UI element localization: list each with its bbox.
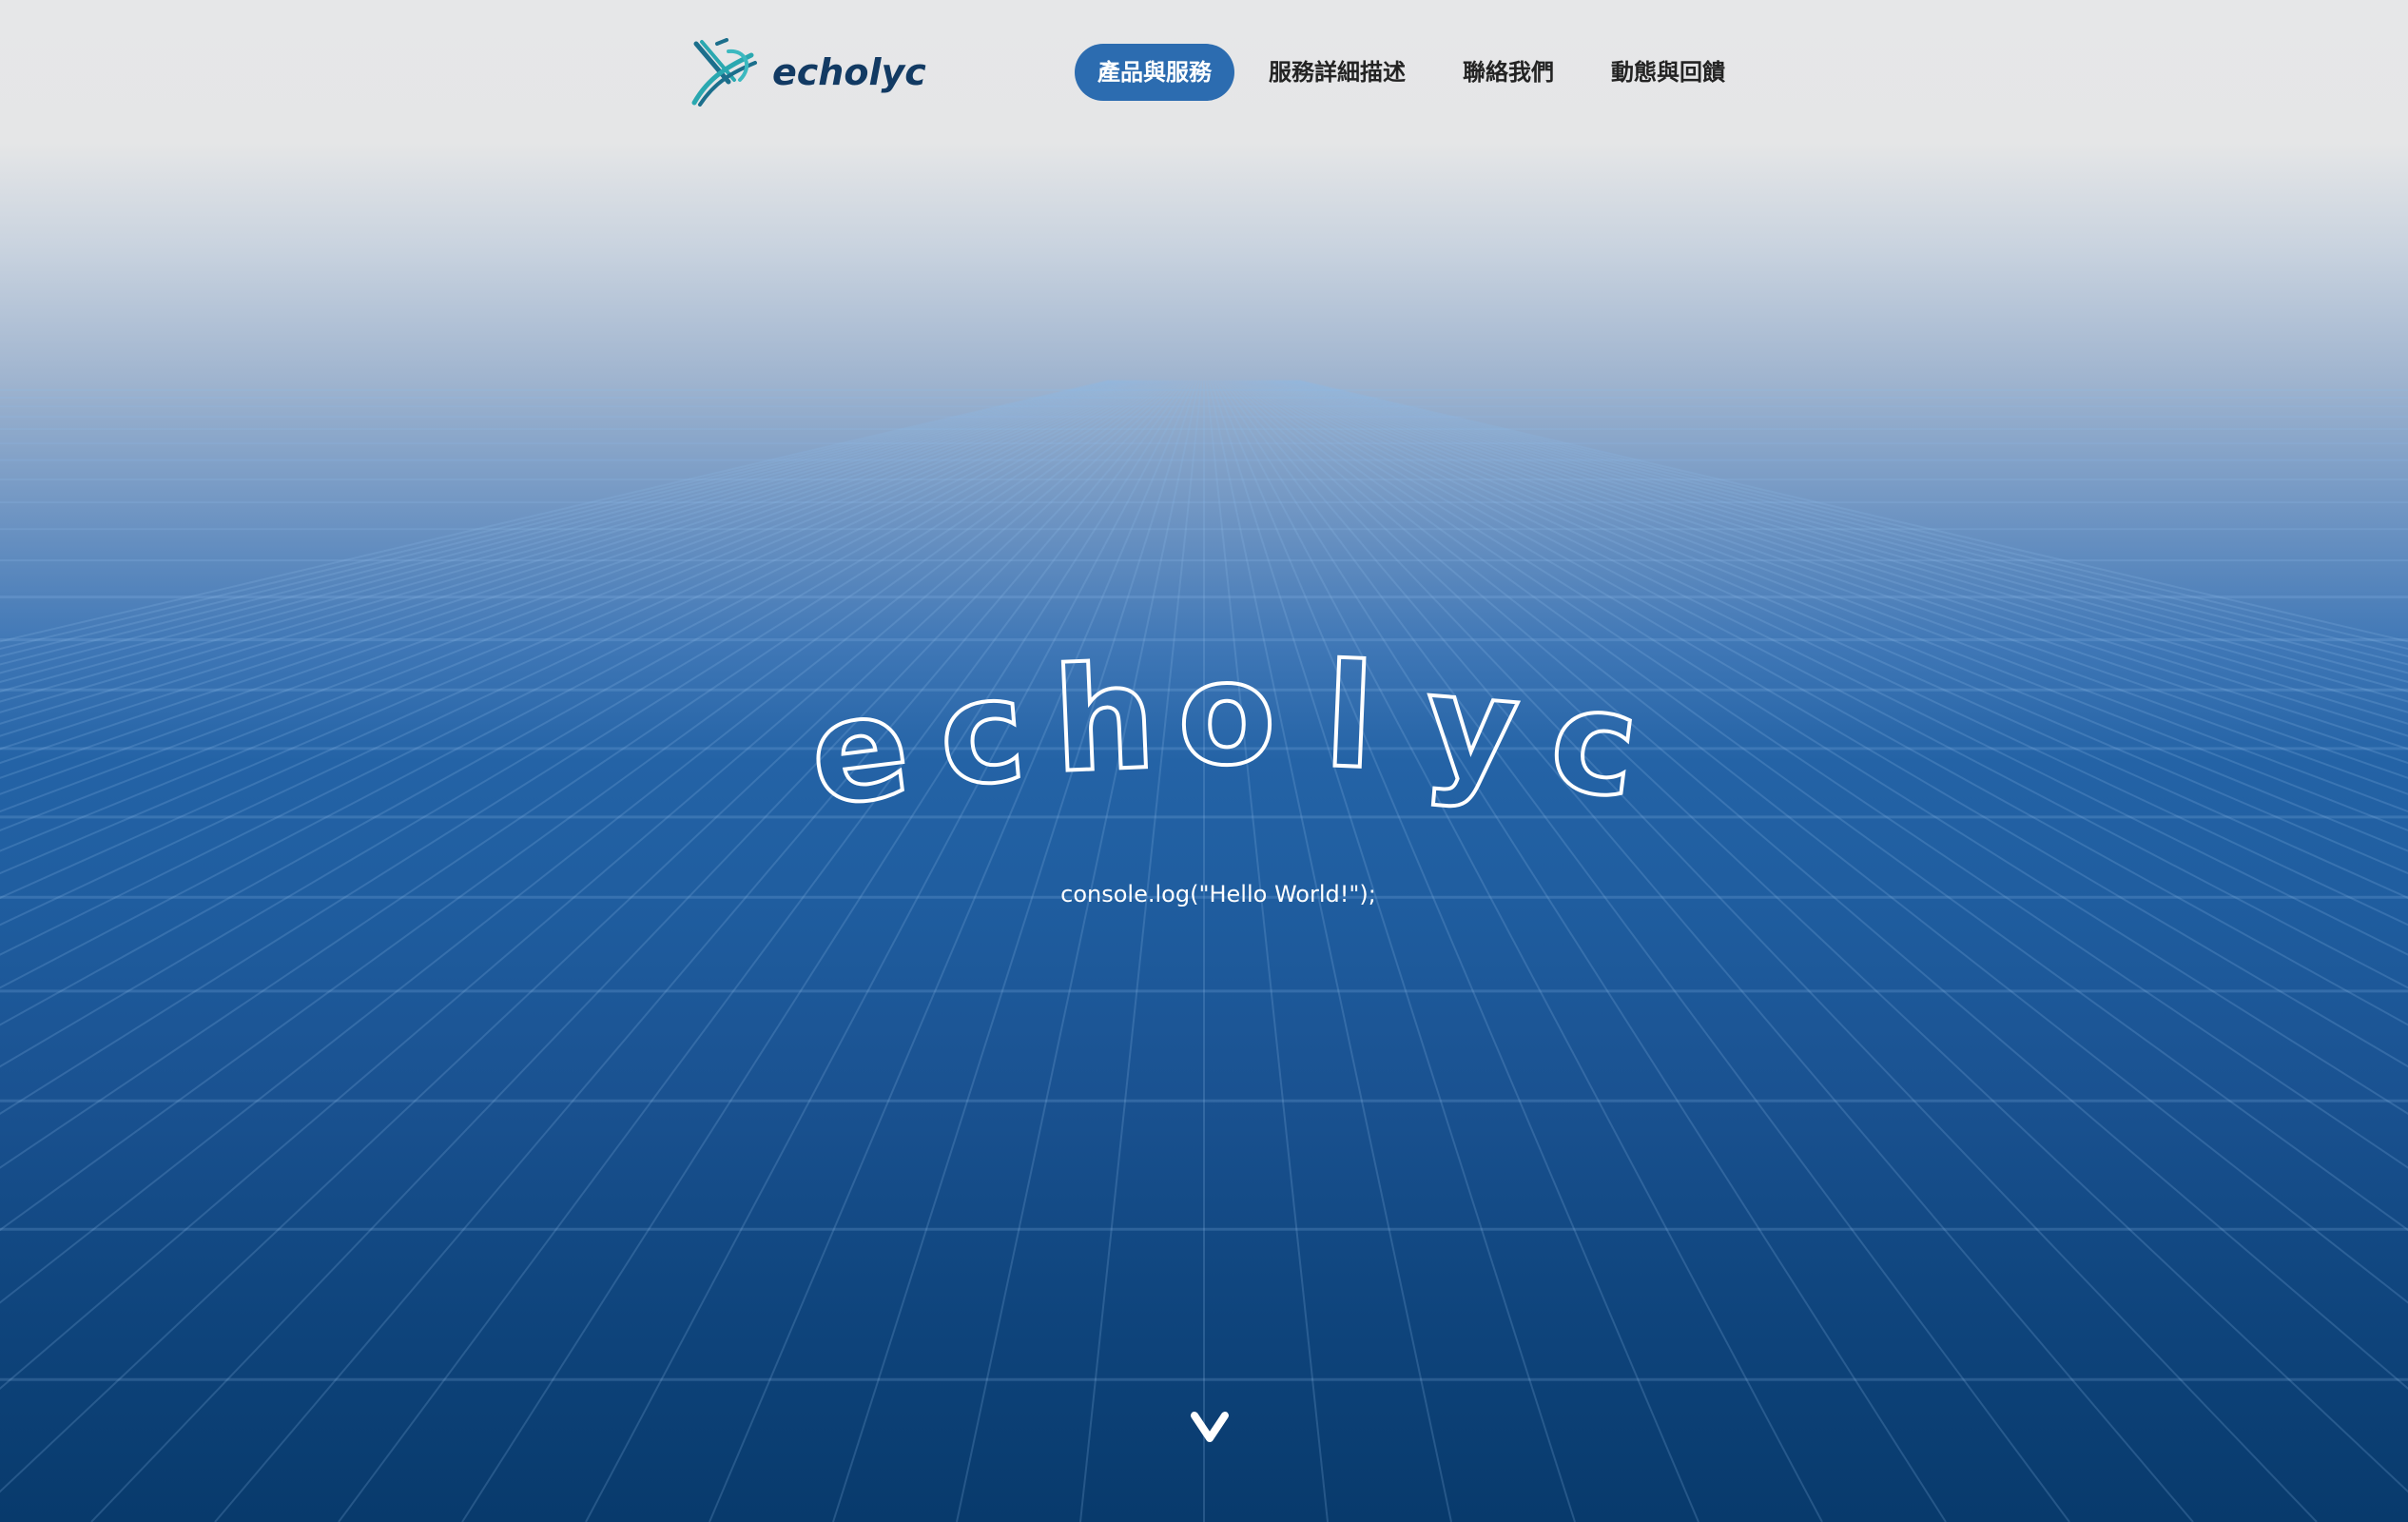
hero-title-letter: h bbox=[1050, 635, 1158, 805]
nav-item-news-feedback[interactable]: 動態與回饋 bbox=[1588, 44, 1748, 101]
main-nav: 產品與服務 服務詳細描述 聯絡我們 動態與回饋 bbox=[1075, 44, 1759, 101]
chevron-down-icon[interactable] bbox=[1189, 1408, 1231, 1446]
hero-subtitle: console.log("Hello World!"); bbox=[1060, 881, 1376, 907]
brand-name: echolyc bbox=[772, 51, 926, 93]
hero-title-letter: l bbox=[1322, 634, 1377, 801]
brand-logo[interactable]: echolyc bbox=[690, 36, 926, 108]
hero-subtitle-wrap: console.log("Hello World!"); bbox=[0, 881, 2408, 907]
landing-page: echolyc 產品與服務 服務詳細描述 聯絡我們 動態與回饋 echolyc … bbox=[0, 0, 2408, 1522]
nav-item-service-details[interactable]: 服務詳細描述 bbox=[1246, 44, 1428, 101]
hero-title-letter: e bbox=[802, 663, 918, 828]
nav-item-contact-us[interactable]: 聯絡我們 bbox=[1440, 44, 1577, 101]
hero-title-letter: o bbox=[1177, 632, 1275, 797]
hero-title-letter: c bbox=[1542, 656, 1645, 828]
hero-title: echolyc bbox=[799, 609, 1655, 841]
hero-title-letter: c bbox=[933, 648, 1031, 820]
hero-title-letter: y bbox=[1419, 642, 1525, 814]
nav-item-products-services[interactable]: 產品與服務 bbox=[1075, 44, 1234, 101]
echolyc-logo-icon bbox=[691, 38, 757, 107]
site-header: echolyc 產品與服務 服務詳細描述 聯絡我們 動態與回饋 bbox=[0, 0, 2408, 143]
